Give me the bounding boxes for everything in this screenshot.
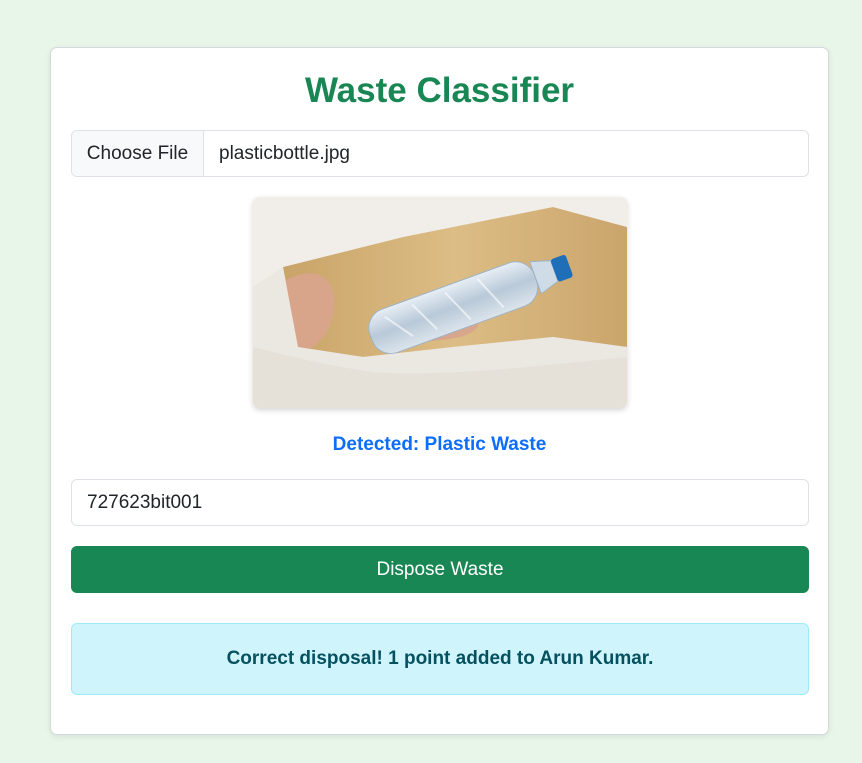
plastic-bottle-image <box>253 197 627 408</box>
dispose-waste-button[interactable]: Dispose Waste <box>71 546 809 593</box>
file-input[interactable]: Choose File plasticbottle.jpg <box>71 130 809 177</box>
page-title: Waste Classifier <box>304 71 575 110</box>
detection-result: Detected: Plastic Waste <box>332 434 547 455</box>
success-alert: Correct disposal! 1 point added to Arun … <box>71 623 809 695</box>
selected-file-name: plasticbottle.jpg <box>219 142 350 164</box>
choose-file-button[interactable]: Choose File <box>72 131 204 176</box>
classifier-card: Waste Classifier Choose File plasticbott… <box>50 47 829 735</box>
alert-message: Correct disposal! 1 point added to Arun … <box>226 648 654 669</box>
user-id-input[interactable] <box>71 479 809 526</box>
image-preview <box>253 197 627 408</box>
